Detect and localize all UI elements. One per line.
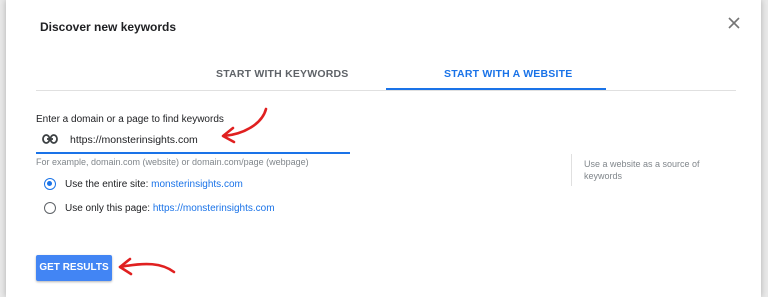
domain-helper-text: For example, domain.com (website) or dom… — [36, 157, 309, 167]
radio-button-checked[interactable] — [44, 178, 56, 190]
radio-entire-site-prefix: Use the entire site: — [65, 179, 149, 190]
url-field — [36, 128, 350, 154]
get-results-button[interactable]: GET RESULTS — [36, 255, 112, 281]
radio-only-this-page-prefix: Use only this page: — [65, 203, 151, 214]
tab-start-with-keywords[interactable]: START WITH KEYWORDS — [216, 68, 349, 80]
domain-url-input[interactable] — [70, 130, 320, 150]
tabs-divider — [36, 90, 736, 91]
radio-entire-site-label: Use the entire site: monsterinsights.com — [65, 179, 243, 190]
side-divider — [571, 154, 572, 186]
radio-button-unchecked[interactable] — [44, 202, 56, 214]
annotation-arrow-to-input-icon — [221, 107, 268, 144]
radio-entire-site-link[interactable]: monsterinsights.com — [151, 179, 243, 190]
side-help-text: Use a website as a source of keywords — [584, 159, 700, 181]
close-icon[interactable] — [725, 14, 743, 32]
radio-only-this-page-label: Use only this page: https://monsterinsig… — [65, 203, 275, 214]
radio-only-this-page-link[interactable]: https://monsterinsights.com — [153, 203, 275, 214]
annotation-arrow-to-button-icon — [118, 257, 176, 276]
discover-keywords-dialog: Discover new keywords START WITH KEYWORD… — [6, 0, 761, 297]
link-icon — [42, 134, 58, 144]
tab-start-with-website[interactable]: START WITH A WEBSITE — [444, 68, 572, 80]
domain-field-label: Enter a domain or a page to find keyword… — [36, 114, 224, 125]
dialog-title: Discover new keywords — [40, 20, 177, 34]
tab-bar: START WITH KEYWORDS START WITH A WEBSITE — [36, 56, 736, 91]
